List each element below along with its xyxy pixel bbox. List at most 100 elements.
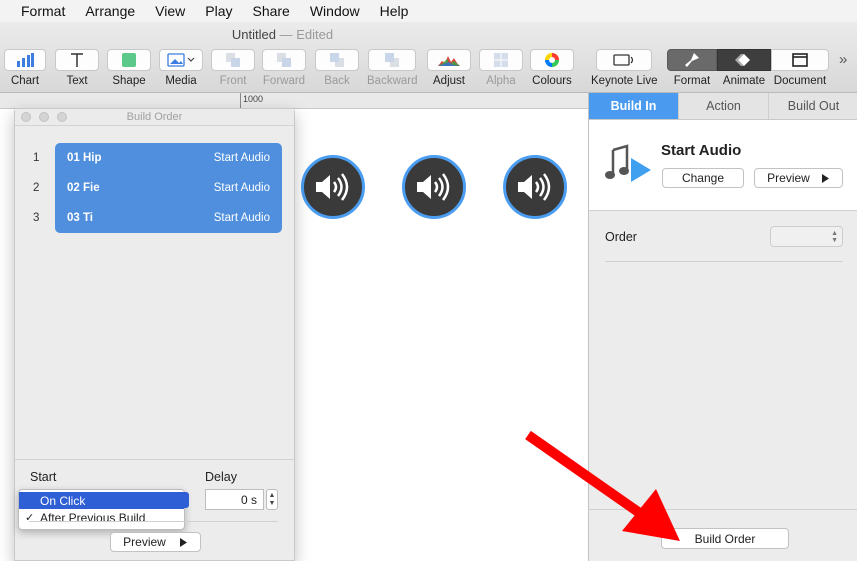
alpha-button[interactable]: Alpha bbox=[479, 49, 523, 87]
adjust-label: Adjust bbox=[433, 75, 465, 87]
inspector-preview-button[interactable]: Preview bbox=[754, 168, 843, 188]
backward-label: Backward bbox=[367, 75, 418, 87]
menu-play[interactable]: Play bbox=[205, 3, 232, 19]
toolbar: Untitled — Edited Chart Text Shape Media… bbox=[0, 22, 857, 93]
back-button[interactable]: Back bbox=[315, 49, 359, 87]
preview-label: Preview bbox=[767, 171, 810, 185]
format-button[interactable]: Format bbox=[667, 49, 717, 87]
menu-window[interactable]: Window bbox=[310, 3, 360, 19]
shape-label: Shape bbox=[112, 75, 146, 87]
text-label: Text bbox=[66, 75, 88, 87]
build-action: Start Audio bbox=[213, 212, 270, 224]
menu-format[interactable]: Format bbox=[21, 3, 65, 19]
alpha-label: Alpha bbox=[486, 75, 516, 87]
audio-object-2[interactable] bbox=[402, 155, 466, 219]
text-button[interactable]: Text bbox=[55, 49, 99, 87]
option-label: After Previous Build bbox=[40, 510, 146, 525]
build-order-panel: Build Order 1 01 Hip Start Audio 2 02 Fi… bbox=[14, 108, 295, 561]
front-button[interactable]: Front bbox=[211, 49, 255, 87]
keynote-live-button[interactable]: Keynote Live bbox=[591, 49, 658, 87]
window-title: Untitled — Edited bbox=[0, 27, 565, 42]
audio-object-3[interactable] bbox=[503, 155, 567, 219]
build-list: 1 01 Hip Start Audio 2 02 Fie Start Audi… bbox=[15, 127, 294, 459]
chart-button[interactable]: Chart bbox=[4, 49, 46, 87]
build-action: Start Audio bbox=[213, 182, 270, 194]
start-option-on-click[interactable]: On Click bbox=[19, 492, 184, 509]
edited-status: — Edited bbox=[279, 27, 334, 42]
build-name: 02 Fie bbox=[67, 182, 100, 194]
order-label: Order bbox=[605, 230, 637, 244]
media-label: Media bbox=[165, 75, 197, 87]
bring-front-icon bbox=[226, 53, 240, 67]
menu-arrange[interactable]: Arrange bbox=[85, 3, 135, 19]
document-label: Document bbox=[773, 75, 827, 87]
keynote-live-label: Keynote Live bbox=[591, 75, 658, 87]
play-icon bbox=[179, 537, 187, 547]
colour-wheel-icon bbox=[545, 53, 559, 67]
build-row[interactable]: 02 Fie Start Audio bbox=[55, 173, 282, 203]
change-button[interactable]: Change bbox=[662, 168, 744, 188]
speaker-icon bbox=[316, 173, 349, 201]
animate-label: Animate bbox=[722, 75, 766, 87]
build-order-preview-button[interactable]: Preview bbox=[110, 532, 201, 552]
back-label: Back bbox=[324, 75, 350, 87]
speaker-icon bbox=[417, 173, 450, 201]
delay-stepper[interactable]: ▲ ▼ bbox=[266, 489, 278, 510]
build-name: 01 Hip bbox=[67, 152, 102, 164]
shape-icon bbox=[122, 53, 136, 67]
format-label: Format bbox=[673, 75, 711, 87]
tab-build-out[interactable]: Build Out bbox=[769, 93, 857, 119]
menu-share[interactable]: Share bbox=[252, 3, 289, 19]
ruler-tick bbox=[240, 93, 241, 109]
build-number: 2 bbox=[33, 182, 40, 194]
up-down-icon: ▲ ▼ bbox=[831, 230, 838, 244]
option-label: On Click bbox=[40, 493, 86, 508]
menu-help[interactable]: Help bbox=[380, 3, 409, 19]
build-row[interactable]: 01 Hip Start Audio bbox=[55, 143, 282, 173]
effect-section: Start Audio Change Preview bbox=[589, 120, 857, 211]
delay-field[interactable]: 0 s bbox=[205, 489, 264, 510]
backward-button[interactable]: Backward bbox=[367, 49, 418, 87]
forward-label: Forward bbox=[262, 75, 306, 87]
tab-build-in[interactable]: Build In bbox=[589, 93, 679, 119]
build-row[interactable]: 03 Ti Start Audio bbox=[55, 203, 282, 233]
build-name: 03 Ti bbox=[67, 212, 93, 224]
forward-button[interactable]: Forward bbox=[262, 49, 306, 87]
speaker-icon bbox=[518, 173, 551, 201]
bring-forward-icon bbox=[277, 53, 291, 67]
stepper-up-icon[interactable]: ▲ bbox=[269, 492, 276, 500]
delay-value: 0 s bbox=[240, 492, 257, 507]
animate-button[interactable]: Animate bbox=[717, 49, 771, 87]
play-icon bbox=[821, 173, 829, 183]
audio-object-1[interactable] bbox=[301, 155, 365, 219]
menu-view[interactable]: View bbox=[155, 3, 185, 19]
build-order-titlebar[interactable]: Build Order bbox=[15, 109, 294, 126]
build-order-divider bbox=[29, 521, 278, 522]
toolbar-overflow-icon[interactable]: » bbox=[839, 51, 847, 68]
document-button[interactable]: Document bbox=[771, 49, 829, 87]
horizontal-ruler: 1000 bbox=[0, 93, 588, 109]
alpha-icon bbox=[494, 53, 508, 67]
colours-label: Colours bbox=[532, 75, 572, 87]
build-order-button[interactable]: Build Order bbox=[661, 528, 789, 549]
colours-button[interactable]: Colours bbox=[530, 49, 574, 87]
order-select[interactable]: ▲ ▼ bbox=[770, 226, 843, 247]
animate-icon bbox=[735, 54, 750, 66]
tab-action[interactable]: Action bbox=[679, 93, 769, 119]
build-order-title: Build Order bbox=[126, 111, 183, 123]
keynote-live-icon bbox=[613, 54, 634, 66]
shape-button[interactable]: Shape bbox=[107, 49, 151, 87]
animate-inspector: Build In Action Build Out Start Audio Ch… bbox=[588, 93, 857, 561]
menu-bar: Format Arrange View Play Share Window He… bbox=[0, 0, 857, 22]
build-number: 1 bbox=[33, 152, 40, 164]
build-number: 3 bbox=[33, 212, 40, 224]
start-option-after-previous[interactable]: ✓ After Previous Build bbox=[19, 509, 184, 526]
checkmark-icon: ✓ bbox=[25, 512, 35, 524]
adjust-button[interactable]: Adjust bbox=[427, 49, 471, 87]
start-label: Start bbox=[30, 470, 57, 484]
stepper-down-icon[interactable]: ▼ bbox=[269, 500, 276, 508]
popup-arrows-icon[interactable] bbox=[182, 492, 189, 508]
document-name: Untitled bbox=[231, 27, 276, 42]
media-button[interactable]: Media bbox=[159, 49, 203, 87]
preview-label: Preview bbox=[123, 535, 166, 549]
